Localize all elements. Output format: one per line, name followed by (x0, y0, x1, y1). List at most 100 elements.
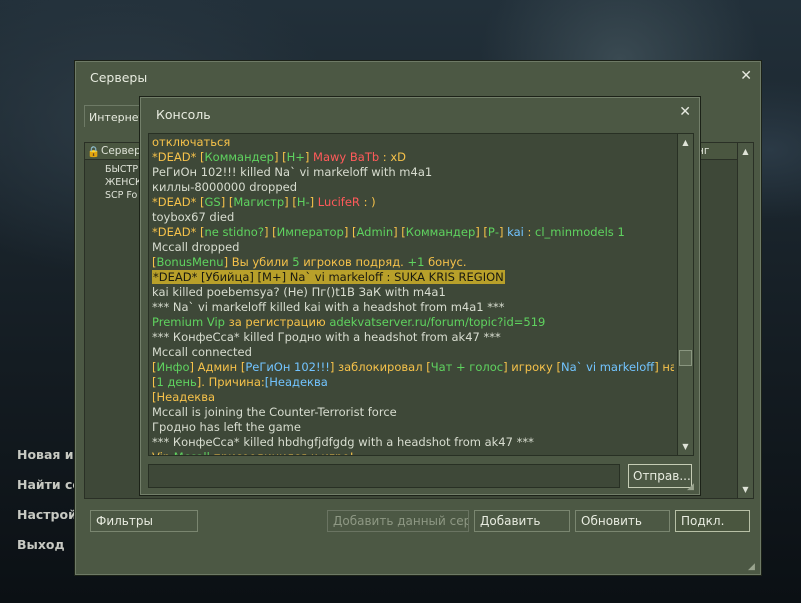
console-title: Консоль (156, 107, 211, 122)
console-segment: игроков подряд. (299, 255, 408, 269)
console-segment: BonusMenu (156, 255, 224, 269)
console-segment: : xD (379, 150, 407, 164)
console-line: [1 день]. Причина:[Неадеква (152, 375, 674, 390)
console-line: киллы-8000000 dropped (152, 180, 674, 195)
console-line: toybox67 died (152, 210, 674, 225)
console-segment: *DEAD* (152, 195, 200, 209)
console-segment: Админ (197, 360, 241, 374)
console-segment: kai killed poebemsya? (Не) Пг()t1В ЗаК w… (152, 285, 446, 299)
console-segment: Mawy BaTb (313, 150, 380, 164)
scroll-thumb[interactable] (679, 350, 692, 366)
console-segment: Mccall is joining the Counter-Terrorist … (152, 405, 397, 419)
console-segment: Admin (356, 225, 394, 239)
add-server-button[interactable]: Добавить (474, 510, 570, 532)
console-segment: Mccall dropped (152, 240, 240, 254)
console-segment: Вы убили (231, 255, 293, 269)
console-line: *** КонфеСса* killed hbdhgfjdfgdg with a… (152, 435, 674, 450)
console-segment: на (662, 360, 674, 374)
table-row[interactable]: ЖЕНСК (105, 177, 145, 188)
menu-quit[interactable]: Выход (17, 537, 65, 552)
console-segment: Коммандер (204, 150, 274, 164)
console-command-input[interactable] (148, 464, 620, 488)
console-segment: Магистр (233, 195, 285, 209)
menu-options[interactable]: Настрой (17, 507, 77, 522)
console-segment: cl_minmodels 1 (535, 225, 625, 239)
console-segment: Коммандер (405, 225, 476, 239)
console-segment: Н+ (286, 150, 305, 164)
console-segment: отключаться (152, 135, 231, 149)
scroll-down-icon[interactable]: ▼ (679, 440, 692, 453)
console-segment: присоединился к игре! (210, 450, 354, 455)
console-segment: *** КонфеСса* killed hbdhgfjdfgdg with a… (152, 435, 534, 449)
console-line: *DEAD* [GS] [Магистр] [Н-] LucifeR : ) (152, 195, 674, 210)
filters-button[interactable]: Фильтры (90, 510, 198, 532)
console-segment: 1 день (156, 375, 197, 389)
close-icon[interactable]: ✕ (679, 104, 691, 120)
console-segment: а (320, 375, 328, 389)
console-segment: ] [ (263, 225, 277, 239)
console-segment: [Неадекв (264, 375, 321, 389)
servers-window-title: Серверы (90, 70, 148, 85)
console-segment: Гродно has left the game (152, 420, 301, 434)
console-line: [Инфо] Админ [РеГиОн 102!!!] заблокирова… (152, 360, 674, 375)
console-segment: РеГиОн 102!!! (245, 360, 330, 374)
console-segment: ] [ (284, 195, 297, 209)
console-segment: : ) (359, 195, 376, 209)
console-segment: ] [ (393, 225, 406, 239)
scroll-up-icon[interactable]: ▲ (679, 136, 692, 149)
console-window: Консоль ✕ отключаться *DEAD* [Коммандер] … (140, 97, 700, 495)
resize-grip-icon[interactable]: ◢ (687, 482, 697, 492)
console-segment: ] [ (220, 195, 234, 209)
menu-find-servers[interactable]: Найти се (17, 477, 81, 492)
console-segment: adekvatserver.ru/forum/topic?id=519 (329, 315, 546, 329)
close-icon[interactable]: ✕ (740, 68, 752, 84)
console-segment: Na` vi markeloff (561, 360, 655, 374)
console-line: *DEAD* [Коммандер] [Н+] Mawy BaTb : xD (152, 150, 674, 165)
console-segment: GS (204, 195, 221, 209)
console-segment: игроку (511, 360, 557, 374)
refresh-button[interactable]: Обновить (575, 510, 670, 532)
console-segment: *DEAD* [Убийца] [M+] Na` vi markeloff : … (152, 270, 505, 284)
console-segment: ] (309, 195, 318, 209)
console-segment: ne stidno? (204, 225, 264, 239)
console-segment: ] [ (273, 150, 287, 164)
console-segment: бонус. (424, 255, 467, 269)
console-line: РеГиОн 102!!! killed Na` vi markeloff wi… (152, 165, 674, 180)
console-line: Mccall connected (152, 345, 674, 360)
resize-grip-icon[interactable]: ◢ (748, 562, 758, 572)
console-line: Premium Vip за регистрацию adekvatserver… (152, 315, 674, 330)
console-segment: киллы-8000000 dropped (152, 180, 298, 194)
table-row[interactable]: БЫСТРЕ (105, 164, 145, 175)
lock-icon[interactable]: 🔒 (87, 145, 100, 158)
console-lines: отключаться *DEAD* [Коммандер] [Н+] Mawy … (152, 135, 674, 455)
console-segment: Р- (487, 225, 499, 239)
console-segment: : (523, 225, 536, 239)
console-line: kai killed poebemsya? (Не) Пг()t1В ЗаК w… (152, 285, 674, 300)
console-segment: LucifeR (317, 195, 360, 209)
scroll-down-icon[interactable]: ▼ (739, 483, 752, 496)
console-segment: *DEAD* (152, 150, 200, 164)
console-segment: ] (498, 225, 508, 239)
console-line: отключаться (152, 135, 674, 150)
console-segment: ] [ (343, 225, 357, 239)
add-current-server-button[interactable]: Добавить данный сер... (327, 510, 469, 532)
console-segment: заблокировал (337, 360, 427, 374)
table-row[interactable]: SCP Fo (105, 190, 145, 201)
console-segment: за регистрацию (224, 315, 330, 329)
console-segment: ] (329, 360, 338, 374)
server-list-scrollbar[interactable]: ▲ ▼ (737, 143, 753, 498)
menu-new-game[interactable]: Новая иг (17, 447, 80, 462)
console-segment: Причина: (208, 375, 265, 389)
scroll-up-icon[interactable]: ▲ (739, 145, 752, 158)
console-segment: Н- (296, 195, 310, 209)
console-line: *DEAD* [Убийца] [M+] Na` vi markeloff : … (152, 270, 674, 285)
console-segment: Mccall (174, 450, 210, 455)
console-line: Гродно has left the game (152, 420, 674, 435)
console-segment: [Неадеква (152, 390, 216, 404)
console-line: *** КонфеСса* killed Гродно with a heads… (152, 330, 674, 345)
submit-button[interactable]: Отправ... (628, 464, 692, 488)
console-line: *** Na` vi markeloff killed kai with a h… (152, 300, 674, 315)
console-scrollbar[interactable]: ▲ ▼ (677, 134, 693, 455)
connect-button[interactable]: Подкл. (675, 510, 750, 532)
console-segment: ] (304, 150, 314, 164)
